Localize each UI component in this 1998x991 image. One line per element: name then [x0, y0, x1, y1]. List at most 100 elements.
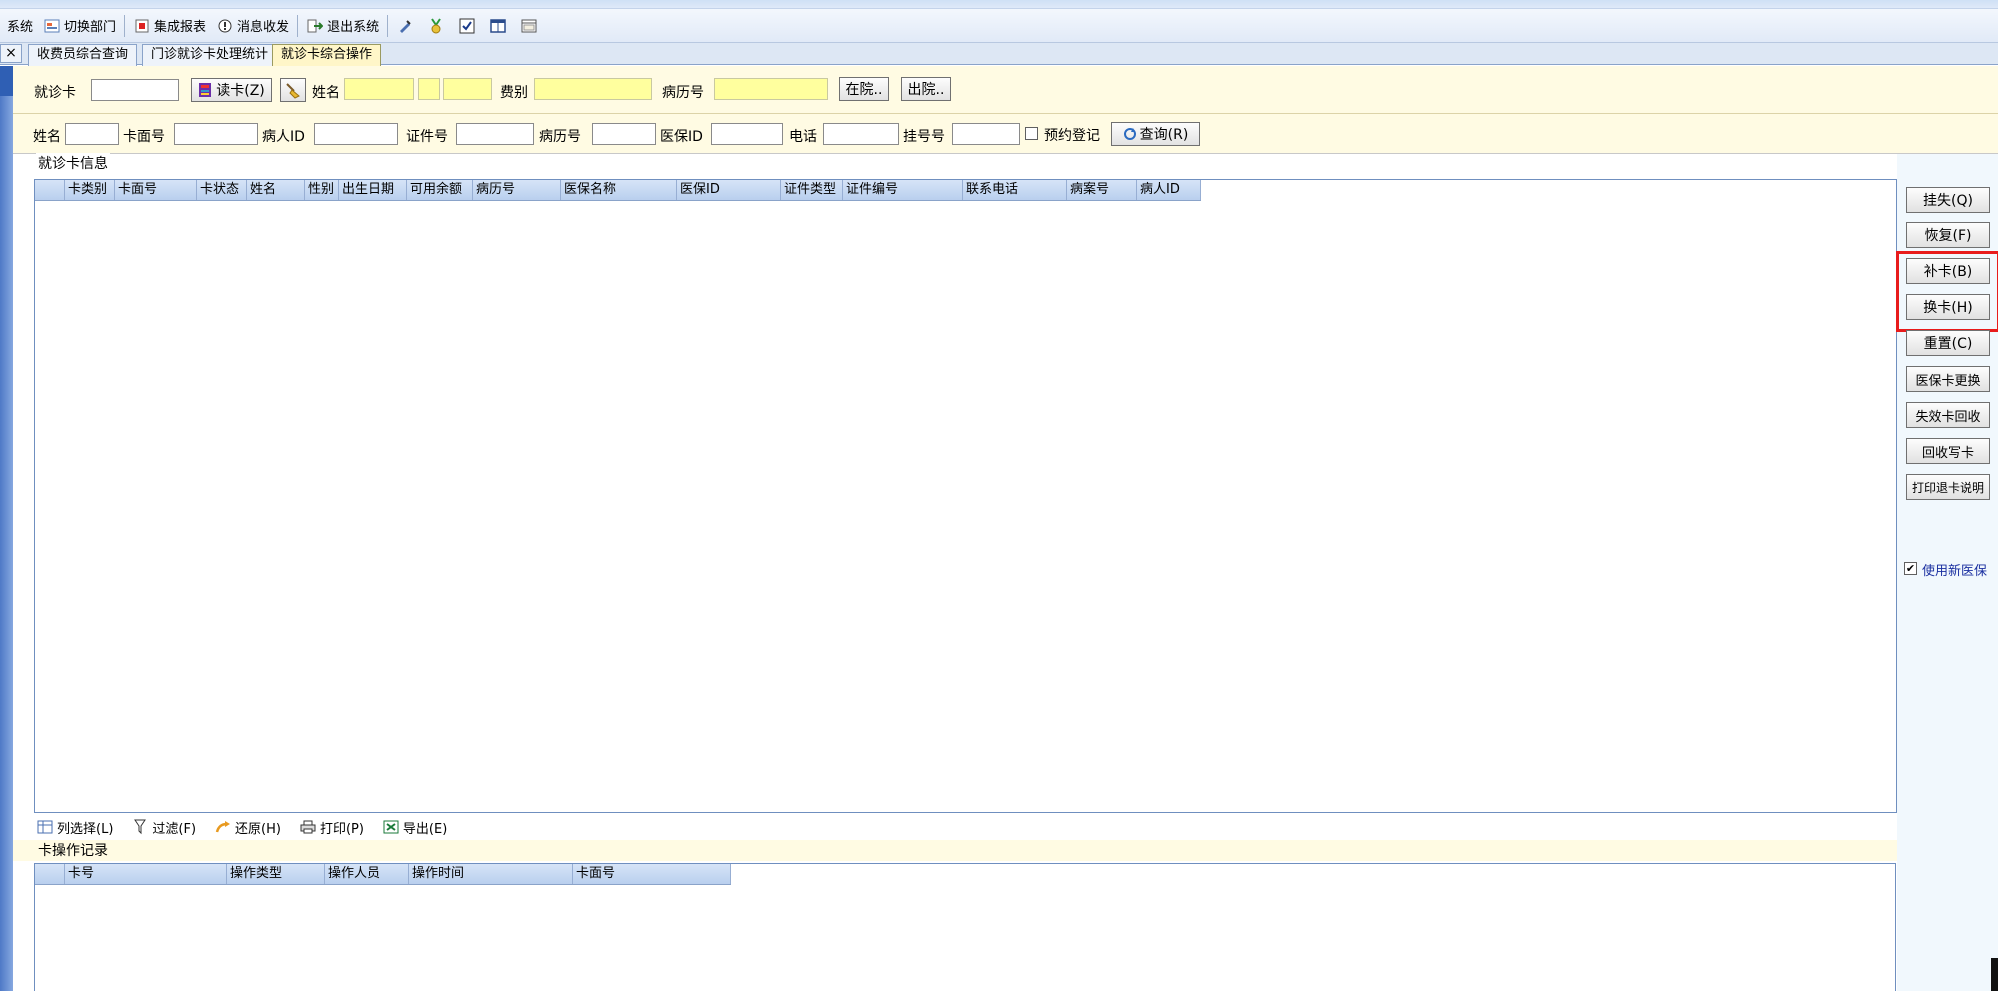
gender-field[interactable] — [418, 78, 440, 100]
checkmark-icon: ✔ — [1905, 562, 1916, 575]
column-insurance-id[interactable]: 医保ID — [677, 180, 781, 200]
discharge-button[interactable]: 出院.. — [901, 77, 951, 101]
medal-icon — [427, 17, 445, 35]
column-cert-no[interactable]: 证件编号 — [843, 180, 963, 200]
row-indicator-column — [35, 864, 65, 884]
patient-id-label: 病人ID — [262, 129, 305, 145]
search-name-label: 姓名 — [33, 129, 61, 145]
restore-button[interactable]: 还原(H) — [214, 818, 281, 837]
new-insurance-checkbox[interactable]: ✔ — [1904, 562, 1917, 575]
tab-close-icon[interactable]: × — [0, 44, 22, 63]
reset-button[interactable]: 重置(C) — [1906, 330, 1990, 356]
toolbar-system[interactable]: 系统 — [2, 13, 38, 39]
switch-dept-icon — [43, 17, 61, 35]
column-patient-id[interactable]: 病人ID — [1137, 180, 1201, 200]
left-sidebar — [0, 66, 13, 991]
window-icon — [520, 17, 538, 35]
search-name-input[interactable] — [65, 123, 119, 145]
recycle-write-card-button[interactable]: 回收写卡 — [1906, 438, 1990, 464]
record-no-label: 病历号 — [662, 85, 704, 101]
patient-id-input[interactable] — [314, 123, 398, 145]
toolbar-edit[interactable] — [391, 13, 422, 39]
column-insurance-name[interactable]: 医保名称 — [561, 180, 677, 200]
toolbar-message[interactable]: 消息收发 — [211, 13, 294, 39]
column-name[interactable]: 姓名 — [247, 180, 305, 200]
card-info-title: 就诊卡信息 — [36, 153, 110, 173]
column-select-button[interactable]: 列选择(L) — [36, 818, 113, 837]
age-field[interactable] — [443, 78, 492, 100]
column-op-time[interactable]: 操作时间 — [409, 864, 573, 884]
print-button[interactable]: 打印(P) — [299, 818, 364, 837]
card-search-panel — [13, 66, 1998, 114]
layout-icon — [489, 17, 507, 35]
edit-icon — [396, 17, 414, 35]
inpatient-button[interactable]: 在院.. — [839, 77, 889, 101]
message-icon — [216, 17, 234, 35]
invalid-card-recycle-button[interactable]: 失效卡回收 — [1906, 402, 1990, 428]
column-card-no[interactable]: 卡号 — [65, 864, 227, 884]
column-card-face[interactable]: 卡面号 — [115, 180, 197, 200]
toolbar-window[interactable] — [515, 13, 546, 39]
column-balance[interactable]: 可用余额 — [407, 180, 473, 200]
read-card-button[interactable]: 读卡(Z) — [191, 78, 272, 102]
exit-icon — [306, 17, 324, 35]
fee-type-field[interactable] — [534, 78, 652, 100]
filter-button[interactable]: 过滤(F) — [131, 818, 196, 837]
tab-card-statistics[interactable]: 门诊就诊卡处理统计 — [142, 44, 278, 66]
card-input[interactable] — [91, 79, 179, 101]
toolbar-checkbox[interactable] — [453, 13, 484, 39]
phone-input[interactable] — [823, 123, 899, 145]
tab-cashier-query[interactable]: 收费员综合查询 — [28, 44, 138, 66]
toolbar-layout[interactable] — [484, 13, 515, 39]
sidebar-handle[interactable] — [0, 66, 13, 96]
card-reader-icon — [198, 82, 212, 98]
fee-type-label: 费别 — [500, 85, 528, 101]
column-gender[interactable]: 性别 — [305, 180, 339, 200]
column-op-type[interactable]: 操作类型 — [227, 864, 325, 884]
column-card-status[interactable]: 卡状态 — [197, 180, 247, 200]
toolbar-exit[interactable]: 退出系统 — [301, 13, 384, 39]
print-icon — [299, 818, 317, 836]
name-field[interactable] — [344, 78, 414, 100]
column-card-type[interactable]: 卡类别 — [65, 180, 115, 200]
op-records-header: 卡号 操作类型 操作人员 操作时间 卡面号 — [35, 864, 731, 885]
card-info-grid[interactable]: 卡类别 卡面号 卡状态 姓名 性别 出生日期 可用余额 病历号 医保名称 医保I… — [34, 179, 1897, 813]
export-button[interactable]: 导出(E) — [382, 818, 447, 837]
checkbox-icon — [458, 17, 476, 35]
column-select-icon — [36, 818, 54, 836]
grid-toolbar: 列选择(L) 过滤(F) 还原(H) 打印(P) 导出(E) — [36, 814, 465, 840]
card-face-input[interactable] — [174, 123, 258, 145]
reg-input[interactable] — [952, 123, 1020, 145]
column-cert-type[interactable]: 证件类型 — [781, 180, 843, 200]
refresh-icon — [1123, 127, 1137, 141]
column-case-no[interactable]: 病案号 — [1067, 180, 1137, 200]
op-records-header-bar — [13, 840, 1897, 861]
report-loss-button[interactable]: 挂失(Q) — [1906, 187, 1990, 213]
cert-input[interactable] — [456, 123, 534, 145]
column-op-card-face[interactable]: 卡面号 — [573, 864, 731, 884]
print-refund-note-button[interactable]: 打印退卡说明 — [1906, 474, 1990, 500]
insurance-id-label: 医保ID — [660, 129, 703, 145]
appointment-checkbox[interactable] — [1025, 127, 1038, 140]
search-record-input[interactable] — [592, 123, 656, 145]
toolbar-report[interactable]: 集成报表 — [128, 13, 211, 39]
toolbar-separator — [387, 14, 389, 37]
record-no-field[interactable] — [714, 78, 828, 100]
op-records-grid[interactable]: 卡号 操作类型 操作人员 操作时间 卡面号 — [34, 863, 1896, 991]
toolbar-separator — [124, 14, 126, 37]
column-birthdate[interactable]: 出生日期 — [339, 180, 407, 200]
toolbar-medal[interactable] — [422, 13, 453, 39]
tab-card-operations[interactable]: 就诊卡综合操作 — [272, 44, 382, 66]
report-icon — [133, 17, 151, 35]
filter-icon — [131, 818, 149, 836]
restore-card-button[interactable]: 恢复(F) — [1906, 222, 1990, 248]
column-record-no[interactable]: 病历号 — [473, 180, 561, 200]
clear-button[interactable] — [280, 78, 306, 102]
name-label: 姓名 — [312, 85, 340, 101]
toolbar-switch-dept[interactable]: 切换部门 — [38, 13, 121, 39]
query-button[interactable]: 查询(R) — [1111, 122, 1200, 146]
insurance-id-input[interactable] — [711, 123, 783, 145]
column-phone[interactable]: 联系电话 — [963, 180, 1067, 200]
insurance-card-change-button[interactable]: 医保卡更换 — [1906, 366, 1990, 392]
column-operator[interactable]: 操作人员 — [325, 864, 409, 884]
